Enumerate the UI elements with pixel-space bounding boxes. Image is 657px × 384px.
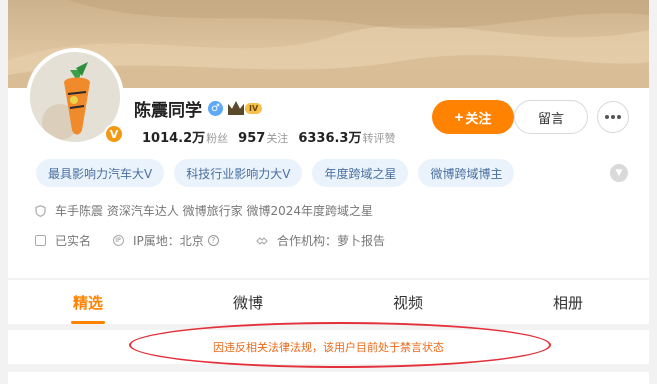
stat-following[interactable]: 957关注 (238, 127, 288, 146)
message-button[interactable]: 留言 (514, 100, 588, 134)
stat-label: 关注 (266, 132, 289, 145)
content-start (8, 372, 649, 384)
partner-text[interactable]: 合作机构：萝卜报告 (277, 232, 385, 249)
ip-info: IP IP属地：北京 ? (112, 232, 219, 249)
shield-icon (34, 204, 46, 217)
tag-item[interactable]: 最具影响力汽车大V (36, 159, 165, 187)
verification-info: 车手陈震 资深汽车达人 微博旅行家 微博2024年度跨域之星 (34, 202, 373, 219)
tag-item[interactable]: 科技行业影响力大V (174, 159, 303, 187)
ip-text: IP属地：北京 (133, 234, 204, 248)
stat-value: 957 (238, 131, 266, 146)
stat-label: 粉丝 (206, 132, 229, 145)
tab-featured[interactable]: 精选 (48, 280, 128, 324)
verified-badge-icon: V (104, 124, 124, 144)
follow-button[interactable]: + 关注 (432, 100, 514, 134)
level-tag: IV (245, 102, 263, 114)
stat-value: 6336.3万 (298, 131, 362, 146)
follow-label: 关注 (465, 110, 492, 126)
tab-video[interactable]: 视频 (368, 280, 448, 324)
crown-icon (228, 101, 244, 115)
ip-icon: IP (112, 235, 124, 247)
stat-engagement: 6336.3万转评赞 (298, 127, 395, 146)
tab-album[interactable]: 相册 (528, 280, 608, 324)
stats-row: 1014.2万粉丝 957关注 6336.3万转评赞 (142, 127, 405, 146)
annotation-ellipse (129, 322, 551, 368)
tag-list: 最具影响力汽车大V 科技行业影响力大V 年度跨域之星 微博跨域博主 (36, 159, 524, 187)
more-icon[interactable] (597, 101, 629, 133)
partner-info: 合作机构：萝卜报告 (256, 232, 385, 249)
plus-icon: + (454, 108, 464, 126)
profile-name: 陈震同学 (134, 100, 202, 121)
tag-item[interactable]: 微博跨域博主 (418, 159, 515, 187)
active-tab-indicator (71, 321, 105, 324)
real-name-info: 已实名 (34, 232, 91, 249)
level-badge[interactable]: IV (228, 101, 263, 115)
chevron-down-icon[interactable]: ▼ (610, 164, 628, 182)
tab-weibo[interactable]: 微博 (208, 280, 288, 324)
tab-bar: 精选 微博 视频 相册 (8, 280, 649, 324)
stat-label: 转评赞 (362, 132, 396, 145)
verification-text: 车手陈震 资深汽车达人 微博旅行家 微博2024年度跨域之星 (55, 204, 373, 218)
gender-icon: ♂ (208, 100, 223, 116)
profile-page: V 陈震同学 ♂ IV 1014.2万粉丝 957关注 6336.3万转评赞 +… (8, 0, 649, 384)
tag-item[interactable]: 年度跨域之星 (312, 159, 409, 187)
stat-value: 1014.2万 (142, 131, 206, 146)
question-icon[interactable]: ? (207, 235, 219, 246)
handshake-icon (256, 235, 268, 247)
id-card-icon (34, 235, 46, 247)
name-row: 陈震同学 ♂ IV (134, 96, 263, 121)
real-name-text: 已实名 (55, 234, 92, 248)
stat-followers[interactable]: 1014.2万粉丝 (142, 127, 228, 146)
